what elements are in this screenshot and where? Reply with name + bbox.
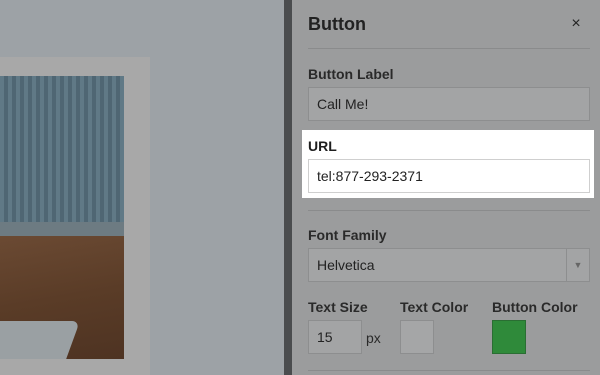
divider [308, 48, 590, 49]
url-label: URL [308, 138, 337, 154]
photo-blinds [0, 76, 124, 222]
photo-wall [0, 222, 124, 236]
panel-title: Button [308, 14, 366, 34]
panel-splitter[interactable] [284, 0, 292, 375]
font-family-select[interactable]: Helvetica ▼ [308, 248, 590, 282]
close-icon[interactable]: × [568, 14, 584, 34]
button-label-label: Button Label [308, 66, 394, 82]
text-color-label: Text Color [400, 299, 469, 315]
workspace-photo [0, 76, 124, 359]
font-family-value: Helvetica [317, 257, 375, 273]
text-size-input[interactable]: 15 [308, 320, 362, 354]
font-family-label: Font Family [308, 227, 387, 243]
divider [308, 370, 590, 371]
text-size-unit: px [366, 330, 381, 346]
chevron-down-icon[interactable]: ▼ [566, 249, 589, 281]
url-input[interactable]: tel:877-293-2371 [308, 159, 590, 193]
text-color-swatch[interactable] [400, 320, 434, 354]
button-color-label: Button Color [492, 299, 578, 315]
photo-laptop [0, 321, 80, 359]
button-label-input[interactable]: Call Me! [308, 87, 590, 121]
button-color-swatch[interactable] [492, 320, 526, 354]
divider [308, 210, 590, 211]
text-size-label: Text Size [308, 299, 368, 315]
editor-canvas [0, 0, 284, 375]
url-field-highlight: URL tel:877-293-2371 [302, 130, 594, 198]
